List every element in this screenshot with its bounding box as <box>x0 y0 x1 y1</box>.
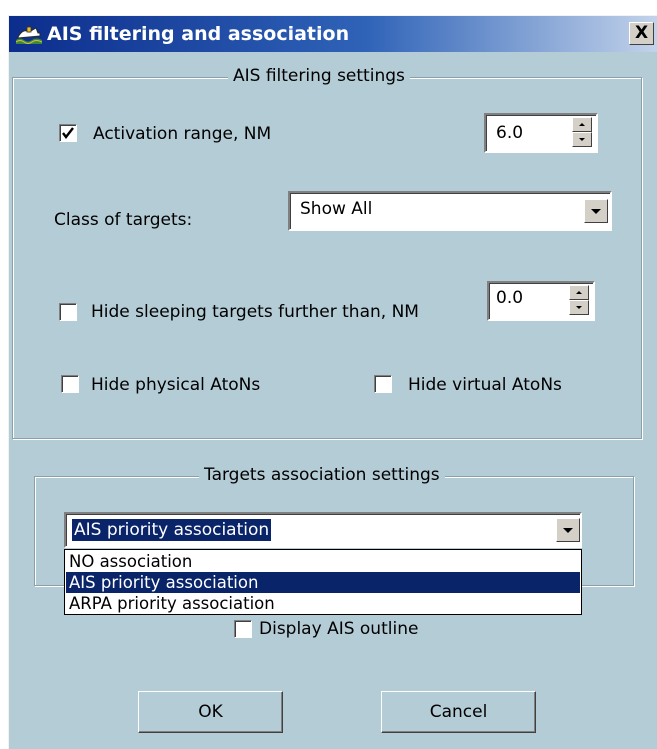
title-bar[interactable]: AIS filtering and association X <box>9 16 657 52</box>
dropdown-option[interactable]: ARPA priority association <box>66 593 580 614</box>
dropdown-button[interactable] <box>556 518 580 542</box>
hide-physical-atons-checkbox[interactable] <box>61 375 79 393</box>
dropdown-option-selected[interactable]: AIS priority association <box>66 572 580 593</box>
spin-up-button[interactable] <box>572 117 592 132</box>
chevron-down-icon <box>563 528 573 533</box>
class-of-targets-select[interactable]: Show All <box>288 191 612 231</box>
hide-sleeping-label: Hide sleeping targets further than, NM <box>91 302 419 322</box>
association-select[interactable]: AIS priority association <box>64 512 582 548</box>
class-of-targets-value: Show All <box>300 199 373 219</box>
association-legend: Targets association settings <box>199 465 445 485</box>
dialog-window: AIS filtering and association X AIS filt… <box>8 15 657 749</box>
class-of-targets-label: Class of targets: <box>54 210 193 230</box>
close-button[interactable]: X <box>629 22 654 45</box>
hide-sleeping-spinner[interactable]: 0.0 <box>487 281 595 321</box>
dropdown-button[interactable] <box>584 199 608 223</box>
spin-down-button[interactable] <box>572 132 592 147</box>
activation-range-label: Activation range, NM <box>93 124 272 144</box>
activation-range-value[interactable]: 6.0 <box>496 123 523 143</box>
association-dropdown-list[interactable]: NO association AIS priority association … <box>64 549 582 615</box>
checkmark-icon <box>62 127 74 139</box>
chevron-down-icon <box>591 209 601 214</box>
hide-physical-atons-label: Hide physical AtoNs <box>91 375 261 395</box>
display-ais-outline-checkbox[interactable] <box>234 620 252 638</box>
association-selected-value: AIS priority association <box>72 519 272 541</box>
ok-button[interactable]: OK <box>138 691 283 733</box>
hide-sleeping-checkbox[interactable] <box>59 303 77 321</box>
spin-down-button[interactable] <box>569 300 589 315</box>
arrow-down-icon <box>579 138 585 141</box>
hide-virtual-atons-label: Hide virtual AtoNs <box>408 375 562 395</box>
arrow-down-icon <box>576 306 582 309</box>
hide-sleeping-value[interactable]: 0.0 <box>496 288 523 308</box>
dropdown-option[interactable]: NO association <box>66 551 580 572</box>
cancel-button[interactable]: Cancel <box>381 691 536 733</box>
spin-up-button[interactable] <box>569 285 589 300</box>
activation-range-checkbox[interactable] <box>59 124 77 142</box>
window-title: AIS filtering and association <box>47 23 350 45</box>
activation-range-spinner[interactable]: 6.0 <box>484 113 598 153</box>
display-ais-outline-label: Display AIS outline <box>259 619 419 639</box>
hide-virtual-atons-checkbox[interactable] <box>374 375 392 393</box>
ship-icon <box>15 24 43 44</box>
filtering-legend: AIS filtering settings <box>228 66 410 86</box>
arrow-up-icon <box>576 291 582 294</box>
arrow-up-icon <box>579 123 585 126</box>
